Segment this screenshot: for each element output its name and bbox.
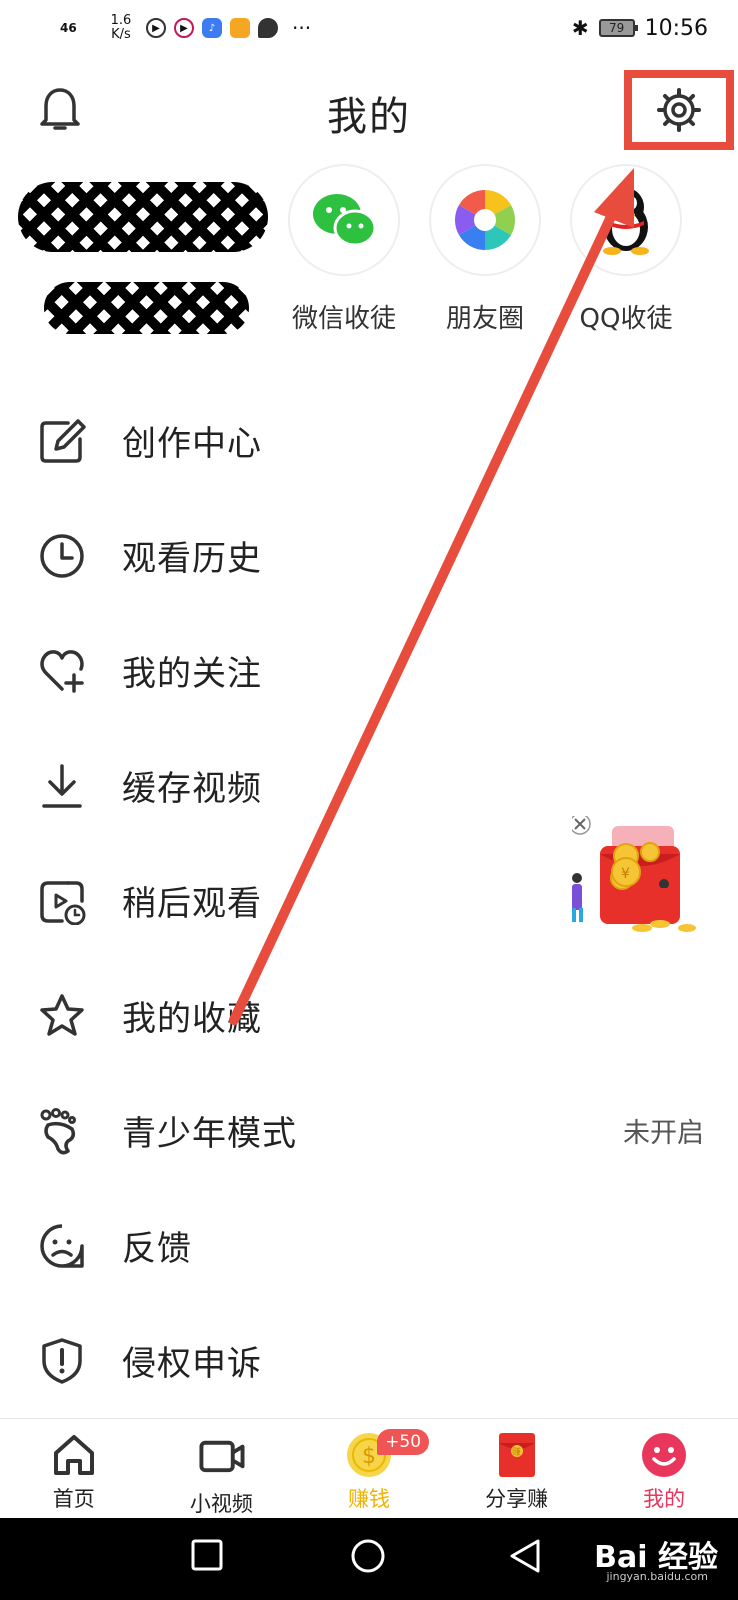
earn-badge: +50 xyxy=(377,1429,430,1455)
system-nav-bar: Bai 经验 jingyan.baidu.com xyxy=(0,1518,738,1600)
recent-apps-icon[interactable] xyxy=(190,1538,224,1572)
red-packet-char: 赚 xyxy=(512,1446,521,1458)
tab-label: 我的 xyxy=(643,1487,686,1511)
red-packet-promo[interactable]: ¥ xyxy=(569,813,712,956)
moments-icon xyxy=(429,164,541,276)
menu-label: 我的收藏 xyxy=(122,999,262,1039)
user-id-redacted[interactable] xyxy=(44,282,249,334)
menu-label: 创作中心 xyxy=(122,424,262,464)
menu-item-creation-center[interactable]: 创作中心 xyxy=(0,383,738,498)
video-icon xyxy=(199,1440,245,1473)
share-wechat[interactable]: 微信收徒 xyxy=(286,164,402,335)
watermark-url: jingyan.baidu.com xyxy=(606,1570,708,1583)
menu-item-infringement[interactable]: 侵权申诉 xyxy=(0,1303,738,1418)
tab-mine[interactable]: 我的 xyxy=(590,1419,738,1518)
home-icon xyxy=(53,1435,94,1475)
more-icon: ··· xyxy=(292,16,312,40)
network-speed: 1.6 K/s xyxy=(110,13,132,42)
battery-indicator: 79 xyxy=(598,19,638,37)
edit-icon xyxy=(40,418,86,463)
tab-label: 小视频 xyxy=(189,1492,253,1516)
share-label: 朋友圈 xyxy=(445,304,524,334)
menu-label: 观看历史 xyxy=(122,539,262,579)
signal-indicator: 46 xyxy=(60,21,77,35)
app-icon xyxy=(230,18,250,38)
bluetooth-icon: ✱ xyxy=(571,16,589,40)
menu-item-feedback[interactable]: 反馈 xyxy=(0,1188,738,1303)
tab-label: 首页 xyxy=(52,1487,95,1511)
red-packet-icon: 赚 xyxy=(498,1433,535,1477)
shield-alert-icon xyxy=(42,1337,82,1384)
tab-earn[interactable]: $ 赚钱 +50 xyxy=(295,1419,443,1518)
menu-item-favorites[interactable]: 我的收藏 xyxy=(0,958,738,1073)
share-qq[interactable]: QQ收徒 xyxy=(568,164,684,335)
tab-label: 分享赚 xyxy=(485,1487,549,1511)
download-icon xyxy=(42,763,82,808)
menu-item-watch-history[interactable]: 观看历史 xyxy=(0,498,738,613)
menu-label: 我的关注 xyxy=(122,654,262,694)
video-app-icon: ▶ xyxy=(174,18,194,38)
watch-later-icon xyxy=(40,880,86,925)
music-icon: ♪ xyxy=(202,18,222,38)
profile-section: 微信收徒 朋友圈 QQ收徒 xyxy=(0,160,738,350)
star-icon xyxy=(40,993,84,1036)
header: 我的 xyxy=(0,60,738,156)
share-label: 微信收徒 xyxy=(291,304,396,334)
username-redacted[interactable] xyxy=(18,182,268,252)
tab-label: 赚钱 xyxy=(347,1487,390,1511)
footprint-icon xyxy=(40,1107,76,1154)
menu-label: 侵权申诉 xyxy=(122,1344,262,1384)
teen-mode-status: 未开启 xyxy=(623,1118,704,1149)
bottom-tab-bar: 首页 小视频 $ 赚钱 +50 赚 分享赚 我的 xyxy=(0,1418,738,1518)
status-bar: 46 1.6 K/s ▶ ▶ ♪ ··· ✱ 79 10:56 xyxy=(0,0,738,56)
settings-button[interactable] xyxy=(624,70,734,150)
smile-icon xyxy=(642,1433,687,1477)
clock-icon xyxy=(40,533,84,578)
gear-icon xyxy=(657,88,701,132)
chat-icon xyxy=(258,18,278,38)
share-label: QQ收徒 xyxy=(579,304,673,334)
tab-short-video[interactable]: 小视频 xyxy=(148,1419,296,1518)
sad-face-icon xyxy=(40,1223,84,1268)
menu-item-following[interactable]: 我的关注 xyxy=(0,613,738,728)
play-icon: ▶ xyxy=(146,18,166,38)
heart-plus-icon xyxy=(40,649,84,693)
tab-share-earn[interactable]: 赚 分享赚 xyxy=(443,1419,591,1518)
menu-label: 稍后观看 xyxy=(122,884,262,924)
menu-label: 缓存视频 xyxy=(122,769,262,809)
wechat-icon xyxy=(288,164,400,276)
svg-text:$: $ xyxy=(362,1444,376,1469)
svg-text:¥: ¥ xyxy=(621,866,630,882)
menu-label: 青少年模式 xyxy=(122,1114,297,1154)
back-icon[interactable] xyxy=(508,1538,542,1574)
home-button-icon[interactable] xyxy=(350,1538,386,1574)
menu-item-teen-mode[interactable]: 青少年模式 未开启 xyxy=(0,1073,738,1188)
menu-label: 反馈 xyxy=(122,1229,192,1269)
qq-icon xyxy=(570,164,682,276)
clock: 10:56 xyxy=(644,15,708,41)
tab-home[interactable]: 首页 xyxy=(0,1419,148,1518)
notification-icons: ▶ ▶ ♪ ··· xyxy=(146,16,311,40)
share-moments[interactable]: 朋友圈 xyxy=(427,164,543,335)
